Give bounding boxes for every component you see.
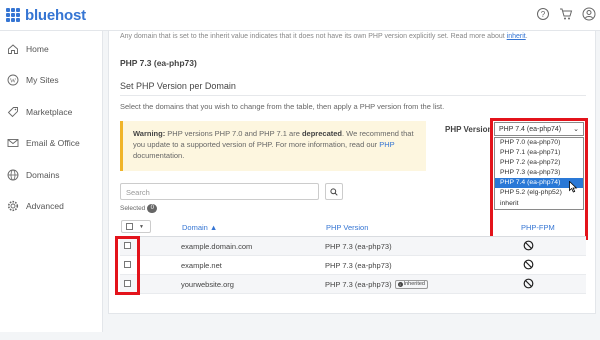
mouse-cursor-icon — [569, 181, 578, 193]
mail-icon — [7, 137, 19, 149]
sidebar-item-label: Advanced — [26, 201, 64, 212]
column-header-php-version[interactable]: PHP Version — [326, 223, 368, 232]
inherit-link[interactable]: inherit — [507, 33, 526, 40]
warning-text-3: documentation. — [133, 151, 185, 160]
sidebar-item-label: Marketplace — [26, 106, 73, 117]
warning-text: PHP versions PHP 7.0 and PHP 7.1 are — [165, 129, 302, 138]
current-php-version: PHP 7.3 (ea-php73) — [120, 58, 197, 68]
search-input[interactable]: Search — [120, 183, 319, 200]
sidebar: Home W My Sites Marketplace Email & Offi… — [0, 31, 103, 340]
selected-count-label: Selected 0 — [120, 204, 158, 213]
table-row: yourwebsite.org PHP 7.3 (ea-php73) i Inhe… — [120, 275, 586, 294]
svg-text:?: ? — [541, 10, 546, 19]
sidebar-item-my-sites[interactable]: W My Sites — [0, 65, 102, 97]
disabled-icon — [523, 278, 534, 289]
sidebar-item-label: Domains — [26, 169, 60, 180]
sidebar-item-label: Email & Office — [26, 138, 80, 149]
disabled-icon — [523, 259, 534, 270]
select-all-checkbox[interactable] — [126, 223, 133, 230]
php-docs-link[interactable]: PHP — [379, 140, 394, 149]
warning-deprecated: deprecated — [301, 129, 342, 138]
warning-label: Warning: — [133, 129, 166, 138]
bluehost-logo[interactable]: bluehost — [6, 6, 86, 24]
php-manager-panel: Any domain that is set to the inherit va… — [108, 31, 596, 314]
search-button[interactable] — [325, 183, 343, 200]
row-php-version-text: PHP 7.3 (ea-php73) — [325, 242, 392, 251]
sidebar-item-domains[interactable]: Domains — [0, 159, 102, 191]
sidebar-item-label: Home — [26, 43, 49, 54]
php-version-label: PHP Version — [445, 125, 493, 134]
row-domain: yourwebsite.org — [181, 280, 234, 289]
row-php-version: PHP 7.3 (ea-php73) — [325, 261, 392, 270]
selected-label-text: Selected — [120, 205, 146, 212]
brand-name: bluehost — [25, 6, 86, 24]
row-domain: example.net — [181, 261, 222, 270]
row-php-version-text: PHP 7.3 (ea-php73) — [325, 280, 392, 289]
inherit-note: Any domain that is set to the inherit va… — [120, 33, 528, 40]
tag-icon — [7, 106, 19, 118]
dropdown-highlight-box — [490, 118, 588, 240]
wordpress-icon: W — [7, 74, 19, 86]
caret-down-icon[interactable]: ▼ — [139, 224, 144, 230]
inherit-note-end: . — [525, 33, 528, 40]
info-icon: i — [397, 282, 403, 287]
top-bar: bluehost ? — [0, 0, 600, 31]
bulk-select-checkbox[interactable]: ▼ — [121, 220, 151, 233]
column-header-php-fpm: PHP-FPM — [521, 223, 555, 232]
sidebar-item-marketplace[interactable]: Marketplace — [0, 96, 102, 128]
inherited-label: Inherited — [403, 281, 425, 287]
sidebar-item-home[interactable]: Home — [0, 33, 102, 65]
inherit-note-text: Any domain that is set to the inherit va… — [120, 33, 507, 40]
row-php-version: PHP 7.3 (ea-php73) — [325, 242, 392, 251]
sidebar-item-email-office[interactable]: Email & Office — [0, 128, 102, 160]
table-row: example.domain.com PHP 7.3 (ea-php73) — [120, 237, 586, 256]
table-row: example.net PHP 7.3 (ea-php73) — [120, 256, 586, 275]
page-footer-space — [0, 332, 600, 340]
row-php-version: PHP 7.3 (ea-php73) i Inherited — [325, 280, 428, 289]
gear-icon — [7, 200, 19, 212]
deprecation-warning: Warning: PHP versions PHP 7.0 and PHP 7.… — [120, 121, 426, 171]
search-icon — [330, 187, 338, 196]
cart-icon[interactable] — [559, 7, 573, 21]
row-domain: example.domain.com — [181, 242, 253, 251]
inherited-badge: i Inherited — [394, 280, 428, 289]
checkbox-highlight-box — [115, 236, 140, 295]
help-icon[interactable]: ? — [536, 7, 550, 21]
account-icon[interactable] — [582, 7, 596, 21]
section-title: Set PHP Version per Domain — [120, 81, 236, 91]
column-header-domain[interactable]: Domain ▲ — [182, 223, 217, 232]
home-icon — [7, 43, 19, 55]
globe-icon — [7, 169, 19, 181]
disabled-icon — [523, 240, 534, 251]
logo-grid-icon — [6, 8, 20, 22]
sidebar-item-label: My Sites — [26, 75, 59, 86]
section-divider — [120, 95, 586, 96]
instructions: Select the domains that you wish to chan… — [120, 102, 445, 111]
selected-count-badge: 0 — [147, 204, 158, 213]
svg-text:W: W — [10, 78, 17, 85]
sidebar-item-advanced[interactable]: Advanced — [0, 191, 102, 223]
row-php-version-text: PHP 7.3 (ea-php73) — [325, 261, 392, 270]
